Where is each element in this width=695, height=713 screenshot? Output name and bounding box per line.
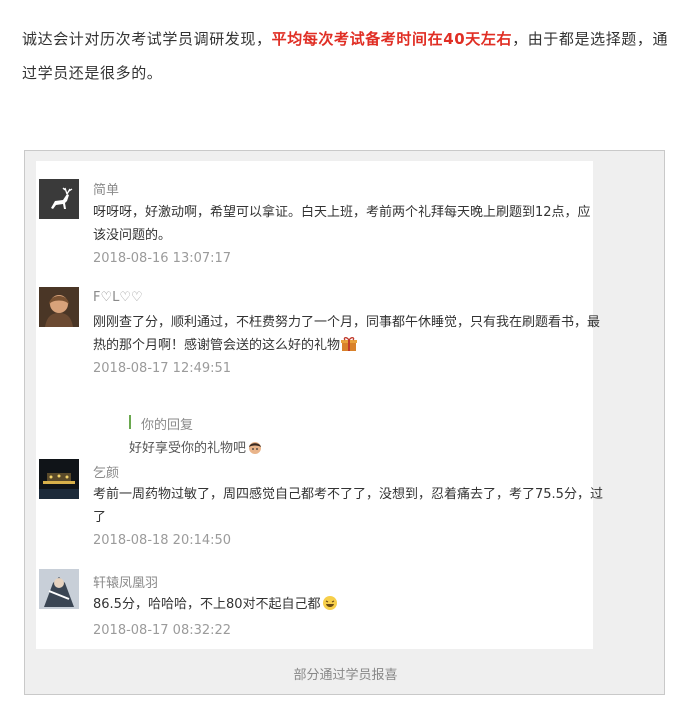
reply-label: 你的回复 xyxy=(141,418,194,433)
comment-2-time: 2018-08-17 12:49:51 xyxy=(93,361,232,376)
comment-1-time: 2018-08-16 13:07:17 xyxy=(93,251,232,266)
comment-4-name: 轩辕凤凰羽 xyxy=(93,576,159,591)
intro-paragraph: 诚达会计对历次考试学员调研发现，平均每次考试备考时间在40天左右，由于都是选择题… xyxy=(22,22,672,90)
reply-text: 好好享受你的礼物吧 xyxy=(129,437,263,459)
avatar-2[interactable] xyxy=(39,287,79,327)
comment-4-time: 2018-08-17 08:32:22 xyxy=(93,623,232,638)
intro-highlight: 平均每次考试备考时间在40天左右 xyxy=(271,30,513,48)
comment-card: 简单 呀呀呀，好激动啊，希望可以拿证。白天上班，考前两个礼拜每天晚上刷题到12点… xyxy=(36,161,603,649)
avatar-1[interactable] xyxy=(39,179,79,219)
comment-2-text: 刚刚查了分，顺利通过，不枉费努力了一个月，同事都午休睡觉，只有我在刷题看书，最热… xyxy=(93,311,603,360)
comment-3-name: 乞颜 xyxy=(93,466,120,481)
portrait-icon xyxy=(39,287,79,327)
reply-bar xyxy=(129,415,131,429)
comment-3-time: 2018-08-18 20:14:50 xyxy=(93,533,232,548)
hearts-icon: ♡♡ xyxy=(119,290,143,305)
comment-1-name: 简单 xyxy=(93,183,120,198)
comment-2-name: F♡L♡♡ xyxy=(93,290,143,305)
intro-text-1: 诚达会计对历次考试学员调研发现， xyxy=(22,30,272,48)
night-scene-icon xyxy=(39,459,79,499)
comment-4-text: 86.5分，哈哈哈，不上80对不起自己都 xyxy=(93,593,603,619)
image-caption: 部分通过学员报喜 xyxy=(293,668,398,683)
avatar-4[interactable] xyxy=(39,569,79,609)
comment-1-text: 呀呀呀，好激动啊，希望可以拿证。白天上班，考前两个礼拜每天晚上刷题到12点，应该… xyxy=(93,205,591,243)
emoji-face-icon xyxy=(247,441,263,459)
laugh-icon xyxy=(322,595,338,619)
character-icon xyxy=(39,569,79,609)
comment-3-text: 考前一周药物过敏了，周四感觉自己都考不了了，没想到，忍着痛去了，考了75.5分，… xyxy=(93,487,603,525)
deer-icon xyxy=(39,179,79,219)
screenshot-frame: 简单 呀呀呀，好激动啊，希望可以拿证。白天上班，考前两个礼拜每天晚上刷题到12点… xyxy=(24,150,665,695)
gift-icon xyxy=(341,336,358,360)
avatar-3[interactable] xyxy=(39,459,79,499)
